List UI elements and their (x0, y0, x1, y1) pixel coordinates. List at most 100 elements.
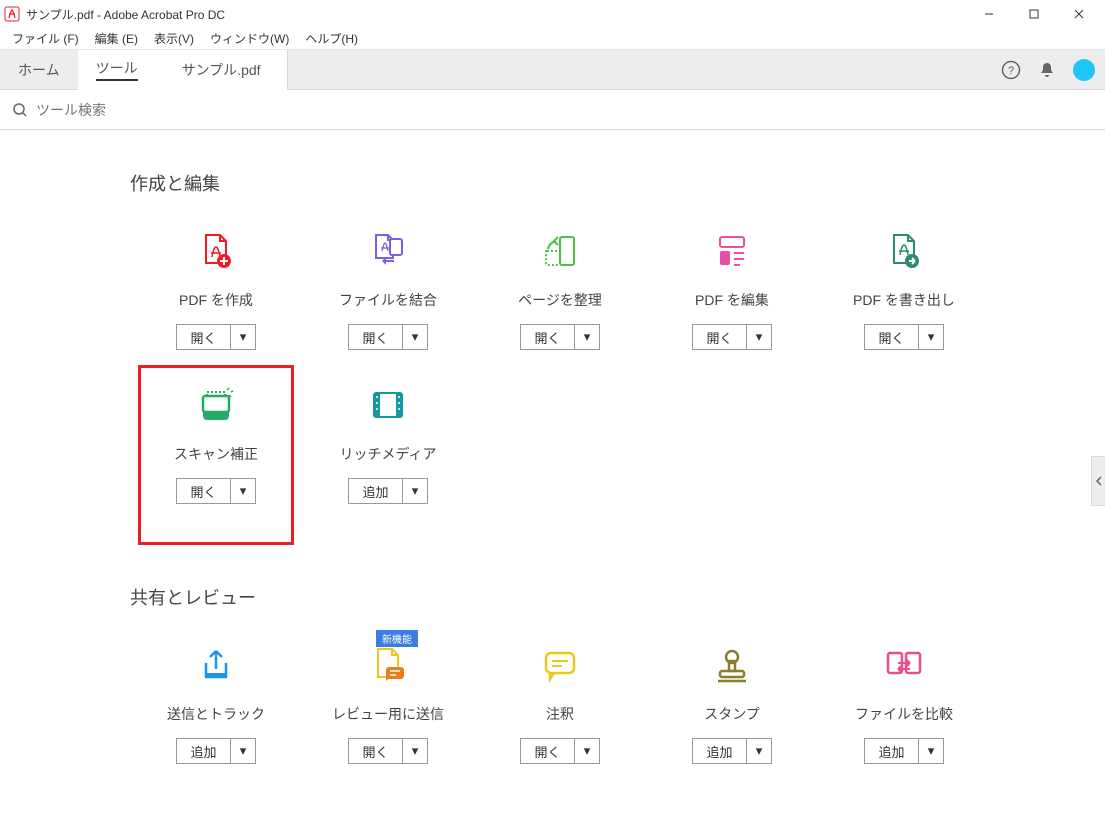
send-for-review-icon: 新機能 (358, 640, 418, 690)
stamp-icon (702, 640, 762, 690)
tool-label: リッチメディア (339, 444, 436, 464)
tool-label: 送信とトラック (167, 704, 265, 724)
combine-files-icon (358, 226, 418, 276)
action-label: 開く (177, 325, 231, 349)
tool-action-button[interactable]: 開く ▾ (176, 324, 256, 350)
tool-send-track[interactable]: 送信とトラック 追加 ▾ (130, 640, 302, 794)
window-controls (966, 0, 1101, 28)
menu-view[interactable]: 表示(V) (146, 28, 202, 49)
tool-label: PDF を書き出し (853, 290, 955, 310)
tool-edit-pdf[interactable]: PDF を編集 開く ▾ (646, 226, 818, 380)
action-label: 開く (521, 739, 575, 763)
export-pdf-icon (874, 226, 934, 276)
tool-organize-pages[interactable]: ページを整理 開く ▾ (474, 226, 646, 380)
chevron-down-icon[interactable]: ▾ (403, 479, 427, 503)
tool-label: ファイルを結合 (339, 290, 437, 310)
chevron-down-icon[interactable]: ▾ (575, 739, 599, 763)
tool-compare-files[interactable]: ファイルを比較 追加 ▾ (818, 640, 990, 794)
menu-help[interactable]: ヘルプ(H) (297, 28, 366, 49)
action-label: 追加 (865, 739, 919, 763)
tool-action-button[interactable]: 追加 ▾ (176, 738, 256, 764)
chevron-down-icon[interactable]: ▾ (231, 739, 255, 763)
window-title: サンプル.pdf - Adobe Acrobat Pro DC (26, 6, 966, 23)
action-label: 追加 (349, 479, 403, 503)
minimize-button[interactable] (966, 0, 1011, 28)
tool-action-button[interactable]: 開く ▾ (348, 738, 428, 764)
action-label: 開く (349, 739, 403, 763)
tool-label: スキャン補正 (174, 444, 258, 464)
rich-media-icon (358, 380, 418, 430)
menu-window[interactable]: ウィンドウ(W) (202, 28, 297, 49)
tab-document-label: サンプル.pdf (182, 60, 261, 80)
action-label: 開く (693, 325, 747, 349)
menubar: ファイル (F) 編集 (E) 表示(V) ウィンドウ(W) ヘルプ(H) (0, 28, 1105, 50)
action-label: 開く (349, 325, 403, 349)
tools-grid-create-edit: PDF を作成 開く ▾ ファイルを結合 開く ▾ ページを整理 開く (130, 226, 1075, 534)
section-title-create-edit: 作成と編集 (130, 170, 1075, 196)
compare-files-icon (874, 640, 934, 690)
tool-create-pdf[interactable]: PDF を作成 開く ▾ (130, 226, 302, 380)
tool-stamp[interactable]: スタンプ 追加 ▾ (646, 640, 818, 794)
tool-enhance-scans[interactable]: スキャン補正 開く ▾ (130, 380, 302, 534)
section-title-share-review: 共有とレビュー (130, 584, 1075, 610)
comment-icon (530, 640, 590, 690)
tool-action-button[interactable]: 追加 ▾ (692, 738, 772, 764)
chevron-down-icon[interactable]: ▾ (231, 325, 255, 349)
maximize-button[interactable] (1011, 0, 1056, 28)
bell-icon[interactable] (1037, 60, 1057, 80)
action-label: 追加 (693, 739, 747, 763)
chevron-down-icon[interactable]: ▾ (403, 325, 427, 349)
tool-action-button[interactable]: 開く ▾ (520, 738, 600, 764)
tab-home[interactable]: ホーム (0, 50, 78, 90)
tool-comment[interactable]: 注釈 開く ▾ (474, 640, 646, 794)
tool-action-button[interactable]: 追加 ▾ (348, 478, 428, 504)
create-pdf-icon (186, 226, 246, 276)
close-button[interactable] (1056, 0, 1101, 28)
tabbar: ホーム ツール サンプル.pdf ? (0, 50, 1105, 90)
tool-label: ファイルを比較 (855, 704, 953, 724)
tool-export-pdf[interactable]: PDF を書き出し 開く ▾ (818, 226, 990, 380)
tab-tools-label: ツール (96, 58, 138, 81)
tool-send-for-review[interactable]: 新機能 レビュー用に送信 開く ▾ (302, 640, 474, 794)
help-icon[interactable]: ? (1001, 60, 1021, 80)
action-label: 開く (177, 479, 231, 503)
tab-tools[interactable]: ツール (78, 50, 156, 90)
tool-label: レビュー用に送信 (332, 704, 444, 724)
organize-pages-icon (530, 226, 590, 276)
enhance-scans-icon (186, 380, 246, 430)
chevron-down-icon[interactable]: ▾ (575, 325, 599, 349)
chevron-down-icon[interactable]: ▾ (919, 325, 943, 349)
menu-edit[interactable]: 編集 (E) (87, 28, 146, 49)
searchbar (0, 90, 1105, 130)
chevron-down-icon[interactable]: ▾ (747, 325, 771, 349)
action-label: 開く (865, 325, 919, 349)
tool-action-button[interactable]: 追加 ▾ (864, 738, 944, 764)
tool-action-button[interactable]: 開く ▾ (176, 478, 256, 504)
tool-label: スタンプ (704, 704, 760, 724)
search-icon (12, 102, 28, 118)
tool-label: 注釈 (546, 704, 574, 724)
tool-action-button[interactable]: 開く ▾ (864, 324, 944, 350)
tool-action-button[interactable]: 開く ▾ (692, 324, 772, 350)
chevron-down-icon[interactable]: ▾ (231, 479, 255, 503)
tool-rich-media[interactable]: リッチメディア 追加 ▾ (302, 380, 474, 534)
chevron-down-icon[interactable]: ▾ (747, 739, 771, 763)
send-track-icon (186, 640, 246, 690)
edit-pdf-icon (702, 226, 762, 276)
tool-combine-files[interactable]: ファイルを結合 開く ▾ (302, 226, 474, 380)
svg-text:?: ? (1008, 65, 1014, 77)
tool-action-button[interactable]: 開く ▾ (520, 324, 600, 350)
avatar[interactable] (1073, 59, 1095, 81)
menu-file[interactable]: ファイル (F) (4, 28, 87, 49)
search-input[interactable] (36, 102, 1093, 118)
right-panel-toggle[interactable] (1091, 456, 1105, 506)
chevron-down-icon[interactable]: ▾ (919, 739, 943, 763)
titlebar: サンプル.pdf - Adobe Acrobat Pro DC (0, 0, 1105, 28)
action-label: 追加 (177, 739, 231, 763)
tool-action-button[interactable]: 開く ▾ (348, 324, 428, 350)
acrobat-app-icon (4, 6, 20, 22)
chevron-down-icon[interactable]: ▾ (403, 739, 427, 763)
tools-content: 作成と編集 PDF を作成 開く ▾ ファイルを結合 開く ▾ (0, 130, 1105, 831)
tab-home-label: ホーム (18, 60, 60, 80)
tab-document[interactable]: サンプル.pdf (156, 50, 288, 90)
